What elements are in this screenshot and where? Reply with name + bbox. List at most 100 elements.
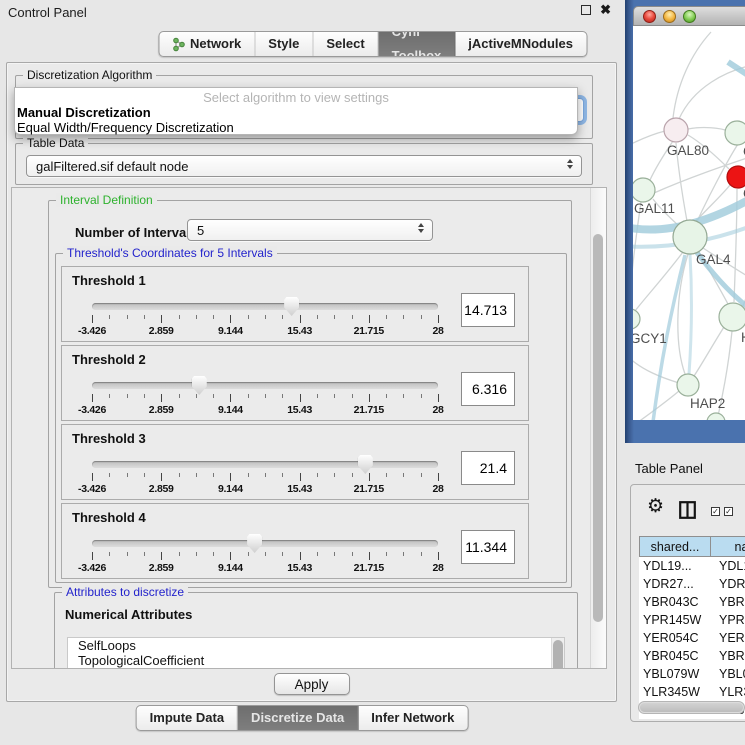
table-row[interactable]: YPR145WYPR1 (639, 611, 745, 629)
cell-name: YLR3 (711, 683, 745, 701)
attribute-item-betweennesscentrality[interactable]: BetweennessCentrality (68, 668, 564, 669)
tab-discretize-data[interactable]: Discretize Data (238, 706, 358, 730)
cell-shared-name: YLR345W (639, 683, 711, 701)
scrollbar-thumb[interactable] (593, 234, 603, 622)
algorithm-option-manual-discretization[interactable]: Manual Discretization (15, 105, 577, 120)
threshold-value-field[interactable]: 14.713 (461, 293, 515, 327)
scale-label: 21.715 (354, 483, 384, 495)
gear-icon[interactable]: ⚙ (647, 497, 664, 516)
scrollbar-thumb[interactable] (640, 703, 743, 712)
column-layout-icon[interactable] (679, 501, 696, 519)
network-graph[interactable]: GAL80GACGAL11GAL4GCY1HHAP2 (633, 26, 745, 420)
cell-name: YBR0 (711, 593, 745, 611)
float-window-icon[interactable] (581, 5, 591, 15)
table-data-group-title: Table Data (23, 136, 88, 150)
settings-scroll-area: Interval Definition Number of Intervals … (11, 187, 607, 669)
network-node[interactable] (677, 374, 699, 396)
combo-stepper-icon[interactable] (418, 223, 424, 233)
network-node[interactable] (673, 220, 707, 254)
network-thick-edge (689, 254, 692, 374)
slider-track[interactable] (92, 461, 438, 468)
network-node[interactable] (725, 121, 745, 145)
slider-thumb-icon[interactable] (358, 455, 373, 474)
settings-vertical-scrollbar[interactable] (590, 188, 606, 668)
network-node-label: GAL4 (696, 252, 731, 267)
network-edge (694, 327, 724, 376)
column-header-name[interactable]: na (711, 536, 745, 557)
table-horizontal-scrollbar[interactable] (638, 701, 745, 714)
table-row[interactable]: YDR27...YDR2 (639, 575, 745, 593)
table-data-group: Table Data galFiltered.sif default node (15, 143, 593, 185)
table-data-combobox[interactable]: galFiltered.sif default node (26, 155, 582, 177)
tab-jactivemnodules[interactable]: jActiveMNodules (455, 32, 586, 56)
threshold-panel-2: Threshold 2-3.4262.8599.14415.4321.71528… (61, 345, 529, 421)
slider-track[interactable] (92, 382, 438, 389)
tab-impute-data[interactable]: Impute Data (137, 706, 238, 730)
slider-ticks (92, 473, 438, 482)
attributes-list-scrollbar[interactable] (551, 638, 564, 669)
network-view-canvas[interactable]: GAL80GACGAL11GAL4GCY1HHAP2 (633, 26, 745, 420)
tab-select[interactable]: Select (313, 32, 378, 56)
combo-stepper-icon[interactable] (567, 159, 573, 169)
checked-checkbox-icon[interactable]: ✓ (711, 507, 720, 516)
scale-label: 28 (432, 483, 443, 495)
algorithm-option-equal-width-frequency-discretization[interactable]: Equal Width/Frequency Discretization (15, 120, 577, 135)
slider-track[interactable] (92, 303, 438, 310)
network-node[interactable] (633, 309, 640, 329)
network-node[interactable] (719, 303, 745, 331)
network-node[interactable] (727, 166, 745, 188)
slider-thumb-icon[interactable] (192, 376, 207, 395)
node-table: shared... na YDL19...YDL1YDR27...YDR2YBR… (639, 536, 745, 719)
slider-ticks (92, 552, 438, 561)
threshold-panel-3: Threshold 3-3.4262.8599.14415.4321.71528… (61, 424, 529, 500)
zoom-traffic-light-icon[interactable] (683, 10, 696, 23)
scale-label: -3.426 (78, 562, 106, 574)
tab-cyni-toolbox[interactable]: Cyni Toolbox (379, 32, 456, 56)
network-node[interactable] (664, 118, 688, 142)
tab-style[interactable]: Style (255, 32, 313, 56)
checked-checkbox-icon[interactable]: ✓ (724, 507, 733, 516)
slider-thumb-icon[interactable] (247, 534, 262, 553)
network-node[interactable] (633, 178, 655, 202)
threshold-value-field[interactable]: 21.4 (461, 451, 515, 485)
tab-label-select: Select (326, 32, 364, 56)
attribute-item-topologicalcoefficient[interactable]: TopologicalCoefficient (68, 653, 564, 668)
table-row[interactable]: YDL19...YDL1 (639, 557, 745, 575)
number-of-intervals-combobox[interactable]: 5 (187, 219, 433, 241)
close-traffic-light-icon[interactable] (643, 10, 656, 23)
scale-label: 9.144 (218, 404, 243, 416)
threshold-slider[interactable]: -3.4262.8599.14415.4321.71528 (92, 425, 438, 501)
attributes-group: Attributes to discretize Numerical Attri… (54, 592, 578, 669)
network-edge (633, 131, 665, 146)
tab-infer-network[interactable]: Infer Network (358, 706, 467, 730)
threshold-slider[interactable]: -3.4262.8599.14415.4321.71528 (92, 504, 438, 580)
tab-network[interactable]: Network (159, 32, 255, 56)
numerical-attributes-label: Numerical Attributes (65, 607, 192, 622)
network-node[interactable] (707, 413, 725, 420)
cell-name: YBR0 (711, 647, 745, 665)
number-of-intervals-label: Number of Intervals (75, 225, 197, 240)
table-row[interactable]: YER054CYER0 (639, 629, 745, 647)
network-edge (679, 64, 745, 119)
threshold-value-field[interactable]: 11.344 (461, 530, 515, 564)
table-row[interactable]: YBR043CYBR0 (639, 593, 745, 611)
table-row[interactable]: YBL079WYBL0 (639, 665, 745, 683)
close-icon[interactable]: ✖ (600, 5, 611, 15)
attribute-item-selfloops[interactable]: SelfLoops (68, 638, 564, 653)
minimize-traffic-light-icon[interactable] (663, 10, 676, 23)
slider-track[interactable] (92, 540, 438, 547)
network-node-label: HAP2 (690, 396, 725, 411)
scale-label: 15.43 (287, 483, 312, 495)
table-row[interactable]: YBR045CYBR0 (639, 647, 745, 665)
network-window-frame[interactable]: GAL80GACGAL11GAL4GCY1HHAP2 (625, 0, 745, 443)
apply-button[interactable]: Apply (274, 673, 350, 695)
threshold-slider[interactable]: -3.4262.8599.14415.4321.71528 (92, 346, 438, 422)
network-window-titlebar[interactable] (633, 6, 745, 26)
column-header-shared[interactable]: shared... (639, 536, 711, 557)
network-thick-edge (728, 62, 745, 84)
table-header-row: shared... na (639, 536, 745, 557)
table-row[interactable]: YLR345WYLR3 (639, 683, 745, 701)
threshold-slider[interactable]: -3.4262.8599.14415.4321.71528 (92, 267, 438, 343)
slider-thumb-icon[interactable] (284, 297, 299, 316)
threshold-value-field[interactable]: 6.316 (461, 372, 515, 406)
